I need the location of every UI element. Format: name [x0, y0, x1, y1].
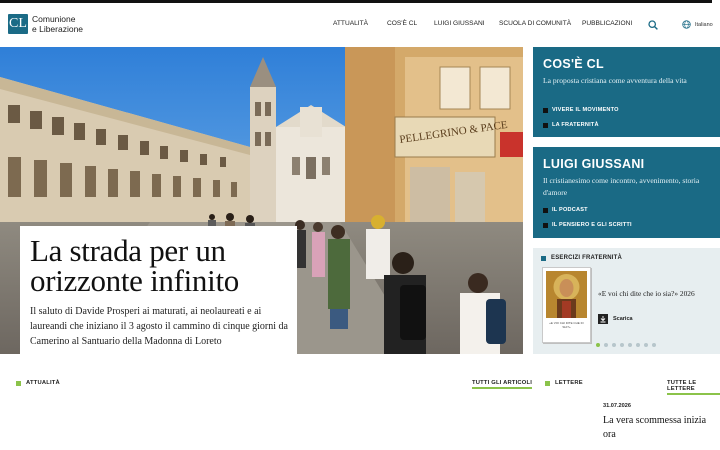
download-icon [598, 314, 608, 324]
letter-date: 31.07.2026 [603, 403, 631, 409]
carousel-dot[interactable] [620, 343, 624, 347]
download-link[interactable]: Scarica [598, 314, 633, 324]
hero-subtitle: Il saluto di Davide Prosperi ai maturati… [30, 306, 288, 347]
hero-title[interactable]: La strada per un orizzonte infinito [30, 235, 292, 296]
logo-mark: CL [8, 14, 28, 34]
logo-line-2: e Liberazione [32, 24, 84, 34]
logo-line-1: Comunione [32, 14, 76, 24]
section-attualita-title: ATTUALITÀ [26, 380, 60, 386]
panel-cos-e-cl[interactable]: COS'È CL La proposta cristiana come avve… [533, 47, 720, 137]
logo-wordmark: Comunione e Liberazione [32, 14, 83, 34]
hero-article[interactable]: PELLEGRINO & PACE La strada per un orizz… [0, 47, 523, 354]
site-header: CL Comunione e Liberazione ATTUALITÀ COS… [0, 3, 720, 47]
panel-cos-e-cl-title[interactable]: COS'È CL [543, 57, 604, 71]
language-switch[interactable]: Italiano [682, 20, 713, 29]
link-il-podcast[interactable]: IL PODCAST [543, 207, 588, 213]
carousel-dot[interactable] [628, 343, 632, 347]
carousel-dot[interactable] [612, 343, 616, 347]
carousel-dot[interactable] [644, 343, 648, 347]
panel-luigi-giussani[interactable]: LUIGI GIUSSANI Il cristianesimo come inc… [533, 147, 720, 238]
link-label: IL PODCAST [552, 207, 588, 213]
bullet-square [541, 255, 546, 261]
nav-cos-e-cl[interactable]: COS'È CL [387, 20, 417, 27]
language-label: Italiano [695, 21, 713, 28]
esercizi-quote: «E voi chi dite che io sia?» 2026 [598, 289, 695, 298]
bullet-square [545, 380, 550, 386]
section-attualita-label: ATTUALITÀ [16, 380, 60, 386]
letter-title[interactable]: La vera scommessa inizia ora [603, 414, 715, 442]
link-label: LA FRATERNITÀ [552, 122, 599, 128]
book-cover[interactable]: «E VOI CHI DITE CHE IO SIA?» [542, 267, 591, 343]
bullet-square [543, 222, 548, 228]
panel-giussani-desc: Il cristianesimo come incontro, avvenime… [543, 176, 700, 197]
link-label: IL PENSIERO E GLI SCRITTI [552, 222, 632, 228]
link-vivere-il-movimento[interactable]: VIVERE IL MOVIMENTO [543, 107, 619, 113]
carousel-dot[interactable] [636, 343, 640, 347]
nav-pubblicazioni[interactable]: PUBBLICAZIONI [582, 20, 632, 27]
panel-cos-e-cl-desc: La proposta cristiana come avventura del… [543, 76, 687, 85]
section-lettere-title: LETTERE [555, 380, 583, 386]
bullet-square [16, 380, 21, 386]
link-la-fraternita[interactable]: LA FRATERNITÀ [543, 122, 599, 128]
carousel-dot[interactable] [604, 343, 608, 347]
bullet-square [543, 122, 548, 128]
nav-attualita[interactable]: ATTUALITÀ [333, 20, 368, 27]
book-caption: «E VOI CHI DITE CHE IO SIA?» [549, 321, 584, 329]
esercizi-heading: ESERCIZI FRATERNITÀ [541, 255, 622, 261]
carousel-dot[interactable] [652, 343, 656, 347]
bullet-square [543, 107, 548, 113]
panel-giussani-title[interactable]: LUIGI GIUSSANI [543, 157, 644, 171]
link-tutti-gli-articoli[interactable]: TUTTI GLI ARTICOLI [472, 380, 533, 389]
nav-scuola-di-comunita[interactable]: SCUOLA DI COMUNITÀ [499, 20, 571, 27]
globe-icon [682, 20, 691, 29]
carousel-dots [596, 343, 660, 347]
link-label: VIVERE IL MOVIMENTO [552, 107, 619, 113]
hero-caption-card: La strada per un orizzonte infinito Il s… [20, 226, 297, 354]
book-cover-art [546, 271, 587, 318]
carousel-dot[interactable] [596, 343, 600, 347]
bullet-square [543, 207, 548, 213]
esercizi-title: ESERCIZI FRATERNITÀ [551, 255, 623, 261]
link-il-pensiero-e-gli-scritti[interactable]: IL PENSIERO E GLI SCRITTI [543, 222, 632, 228]
nav-luigi-giussani[interactable]: LUIGI GIUSSANI [434, 20, 485, 27]
panel-esercizi-fraternita: ESERCIZI FRATERNITÀ «E VOI CHI DITE CHE … [533, 248, 720, 354]
section-lettere-label: LETTERE [545, 380, 583, 386]
search-icon[interactable] [648, 20, 658, 30]
site-logo[interactable]: CL Comunione e Liberazione [8, 14, 83, 34]
link-tutte-le-lettere[interactable]: TUTTE LE LETTERE [667, 380, 720, 395]
download-label: Scarica [613, 316, 633, 322]
